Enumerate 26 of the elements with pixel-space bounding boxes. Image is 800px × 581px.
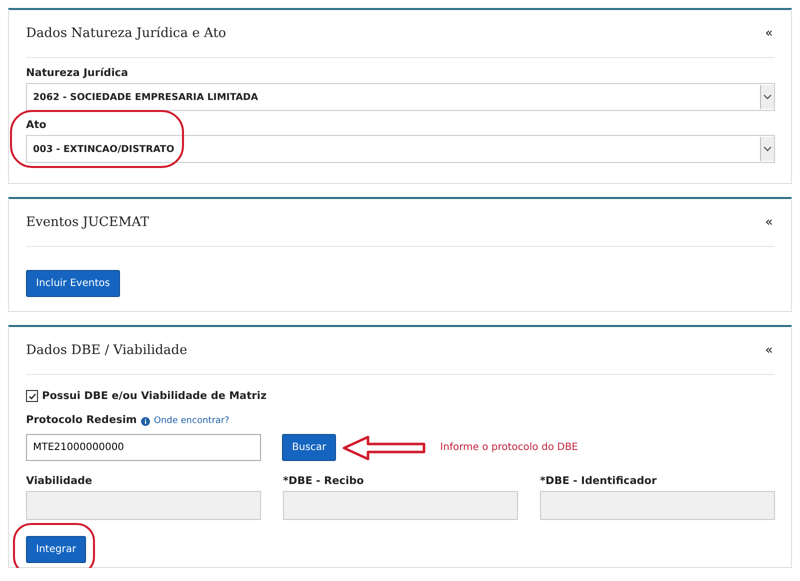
info-icon (140, 416, 150, 426)
collapse-toggle[interactable]: « (765, 26, 773, 41)
action-button[interactable]: Incluir Eventos (26, 270, 120, 297)
panel-title: Dados DBE / Viabilidade (26, 343, 188, 358)
caret-icon (760, 85, 774, 109)
dropdown[interactable]: 2062 - SOCIEDADE EMPRESARIA LIMITADA (26, 83, 775, 111)
checkbox-label: Possui DBE e/ou Viabilidade de Matriz (42, 390, 267, 402)
field-label: *DBE - Recibo (283, 474, 365, 489)
collapse-toggle[interactable]: « (765, 215, 773, 230)
field-label: Viabilidade (26, 474, 94, 489)
field-label: Protocolo Redesim (26, 413, 137, 428)
collapse-toggle[interactable]: « (765, 343, 773, 358)
search-button[interactable]: Buscar (282, 434, 336, 461)
checkbox[interactable] (26, 390, 38, 402)
field-label: Natureza Jurídica (26, 66, 130, 81)
field-label: *DBE - Identificador (540, 474, 658, 489)
panel-title: Eventos JUCEMAT (26, 215, 150, 230)
dropdown[interactable]: 003 - EXTINCAO/DISTRATO (26, 135, 775, 163)
caret-icon (760, 137, 774, 161)
action-button[interactable]: Integrar (26, 536, 86, 563)
annotation-arrow-icon (342, 434, 426, 460)
annotation-text: Informe o protocolo do DBE (440, 442, 578, 453)
text-input[interactable]: MTE21000000000 (26, 434, 261, 461)
field-label: Ato (26, 118, 48, 133)
panel-title: Dados Natureza Jurídica e Ato (26, 26, 226, 41)
help-link[interactable]: Onde encontrar? (154, 416, 230, 426)
